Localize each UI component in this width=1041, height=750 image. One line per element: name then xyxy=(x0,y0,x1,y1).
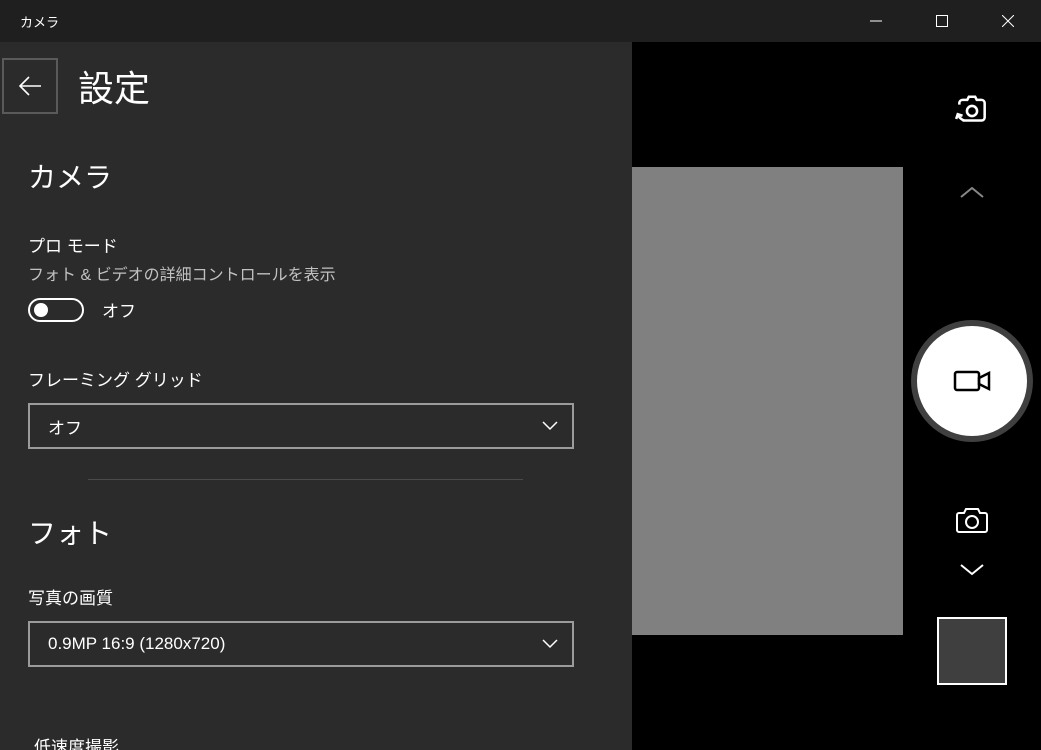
settings-header: 設定 xyxy=(28,58,632,114)
minimize-icon xyxy=(870,15,882,27)
photo-mode-button[interactable] xyxy=(954,506,990,536)
pro-mode-toggle[interactable] xyxy=(28,298,84,322)
gallery-thumbnail[interactable] xyxy=(937,617,1007,685)
chevron-up-icon xyxy=(959,185,985,201)
switch-camera-button[interactable] xyxy=(953,92,991,130)
mode-chevron-down[interactable] xyxy=(959,561,985,577)
chevron-down-icon xyxy=(542,639,558,649)
side-panel xyxy=(903,42,1041,750)
window-controls xyxy=(843,0,1041,42)
back-button[interactable] xyxy=(2,58,58,114)
photo-quality-select[interactable]: 0.9MP 16:9 (1280x720) xyxy=(28,621,574,667)
timelapse-label-truncated: 低速度撮影 xyxy=(34,733,119,750)
capture-button[interactable] xyxy=(917,326,1027,436)
video-icon xyxy=(952,366,992,396)
capture-button-container xyxy=(917,326,1027,436)
thumbnail-box xyxy=(937,617,1007,685)
framing-grid-label: フレーミング グリッド xyxy=(28,366,632,391)
maximize-icon xyxy=(936,15,948,27)
section-photo-heading: フォト xyxy=(28,512,632,552)
photo-quality-label: 写真の画質 xyxy=(28,584,632,609)
mode-chevron-up[interactable] xyxy=(959,185,985,201)
close-button[interactable] xyxy=(975,0,1041,42)
pro-mode-label: プロ モード xyxy=(28,232,632,257)
close-icon xyxy=(1002,15,1014,27)
pro-mode-toggle-row: オフ xyxy=(28,297,632,322)
title-bar: カメラ xyxy=(0,0,1041,42)
pro-mode-sublabel: フォト & ビデオの詳細コントロールを表示 xyxy=(28,261,632,285)
window-title: カメラ xyxy=(0,12,59,31)
minimize-button[interactable] xyxy=(843,0,909,42)
photo-quality-value: 0.9MP 16:9 (1280x720) xyxy=(48,634,225,654)
pro-mode-state: オフ xyxy=(102,297,136,322)
settings-title: 設定 xyxy=(78,60,150,112)
divider xyxy=(88,479,523,480)
chevron-down-icon xyxy=(542,421,558,431)
framing-grid-select[interactable]: オフ xyxy=(28,403,574,449)
back-arrow-icon xyxy=(17,73,43,99)
preview-placeholder xyxy=(632,167,903,635)
camera-icon xyxy=(954,506,990,536)
switch-camera-icon xyxy=(953,92,991,130)
chevron-down-icon xyxy=(959,561,985,577)
maximize-button[interactable] xyxy=(909,0,975,42)
toggle-knob xyxy=(34,303,48,317)
settings-panel: 設定 カメラ プロ モード フォト & ビデオの詳細コントロールを表示 オフ フ… xyxy=(0,42,632,750)
section-camera-heading: カメラ xyxy=(28,156,632,196)
framing-grid-value: オフ xyxy=(48,414,82,439)
